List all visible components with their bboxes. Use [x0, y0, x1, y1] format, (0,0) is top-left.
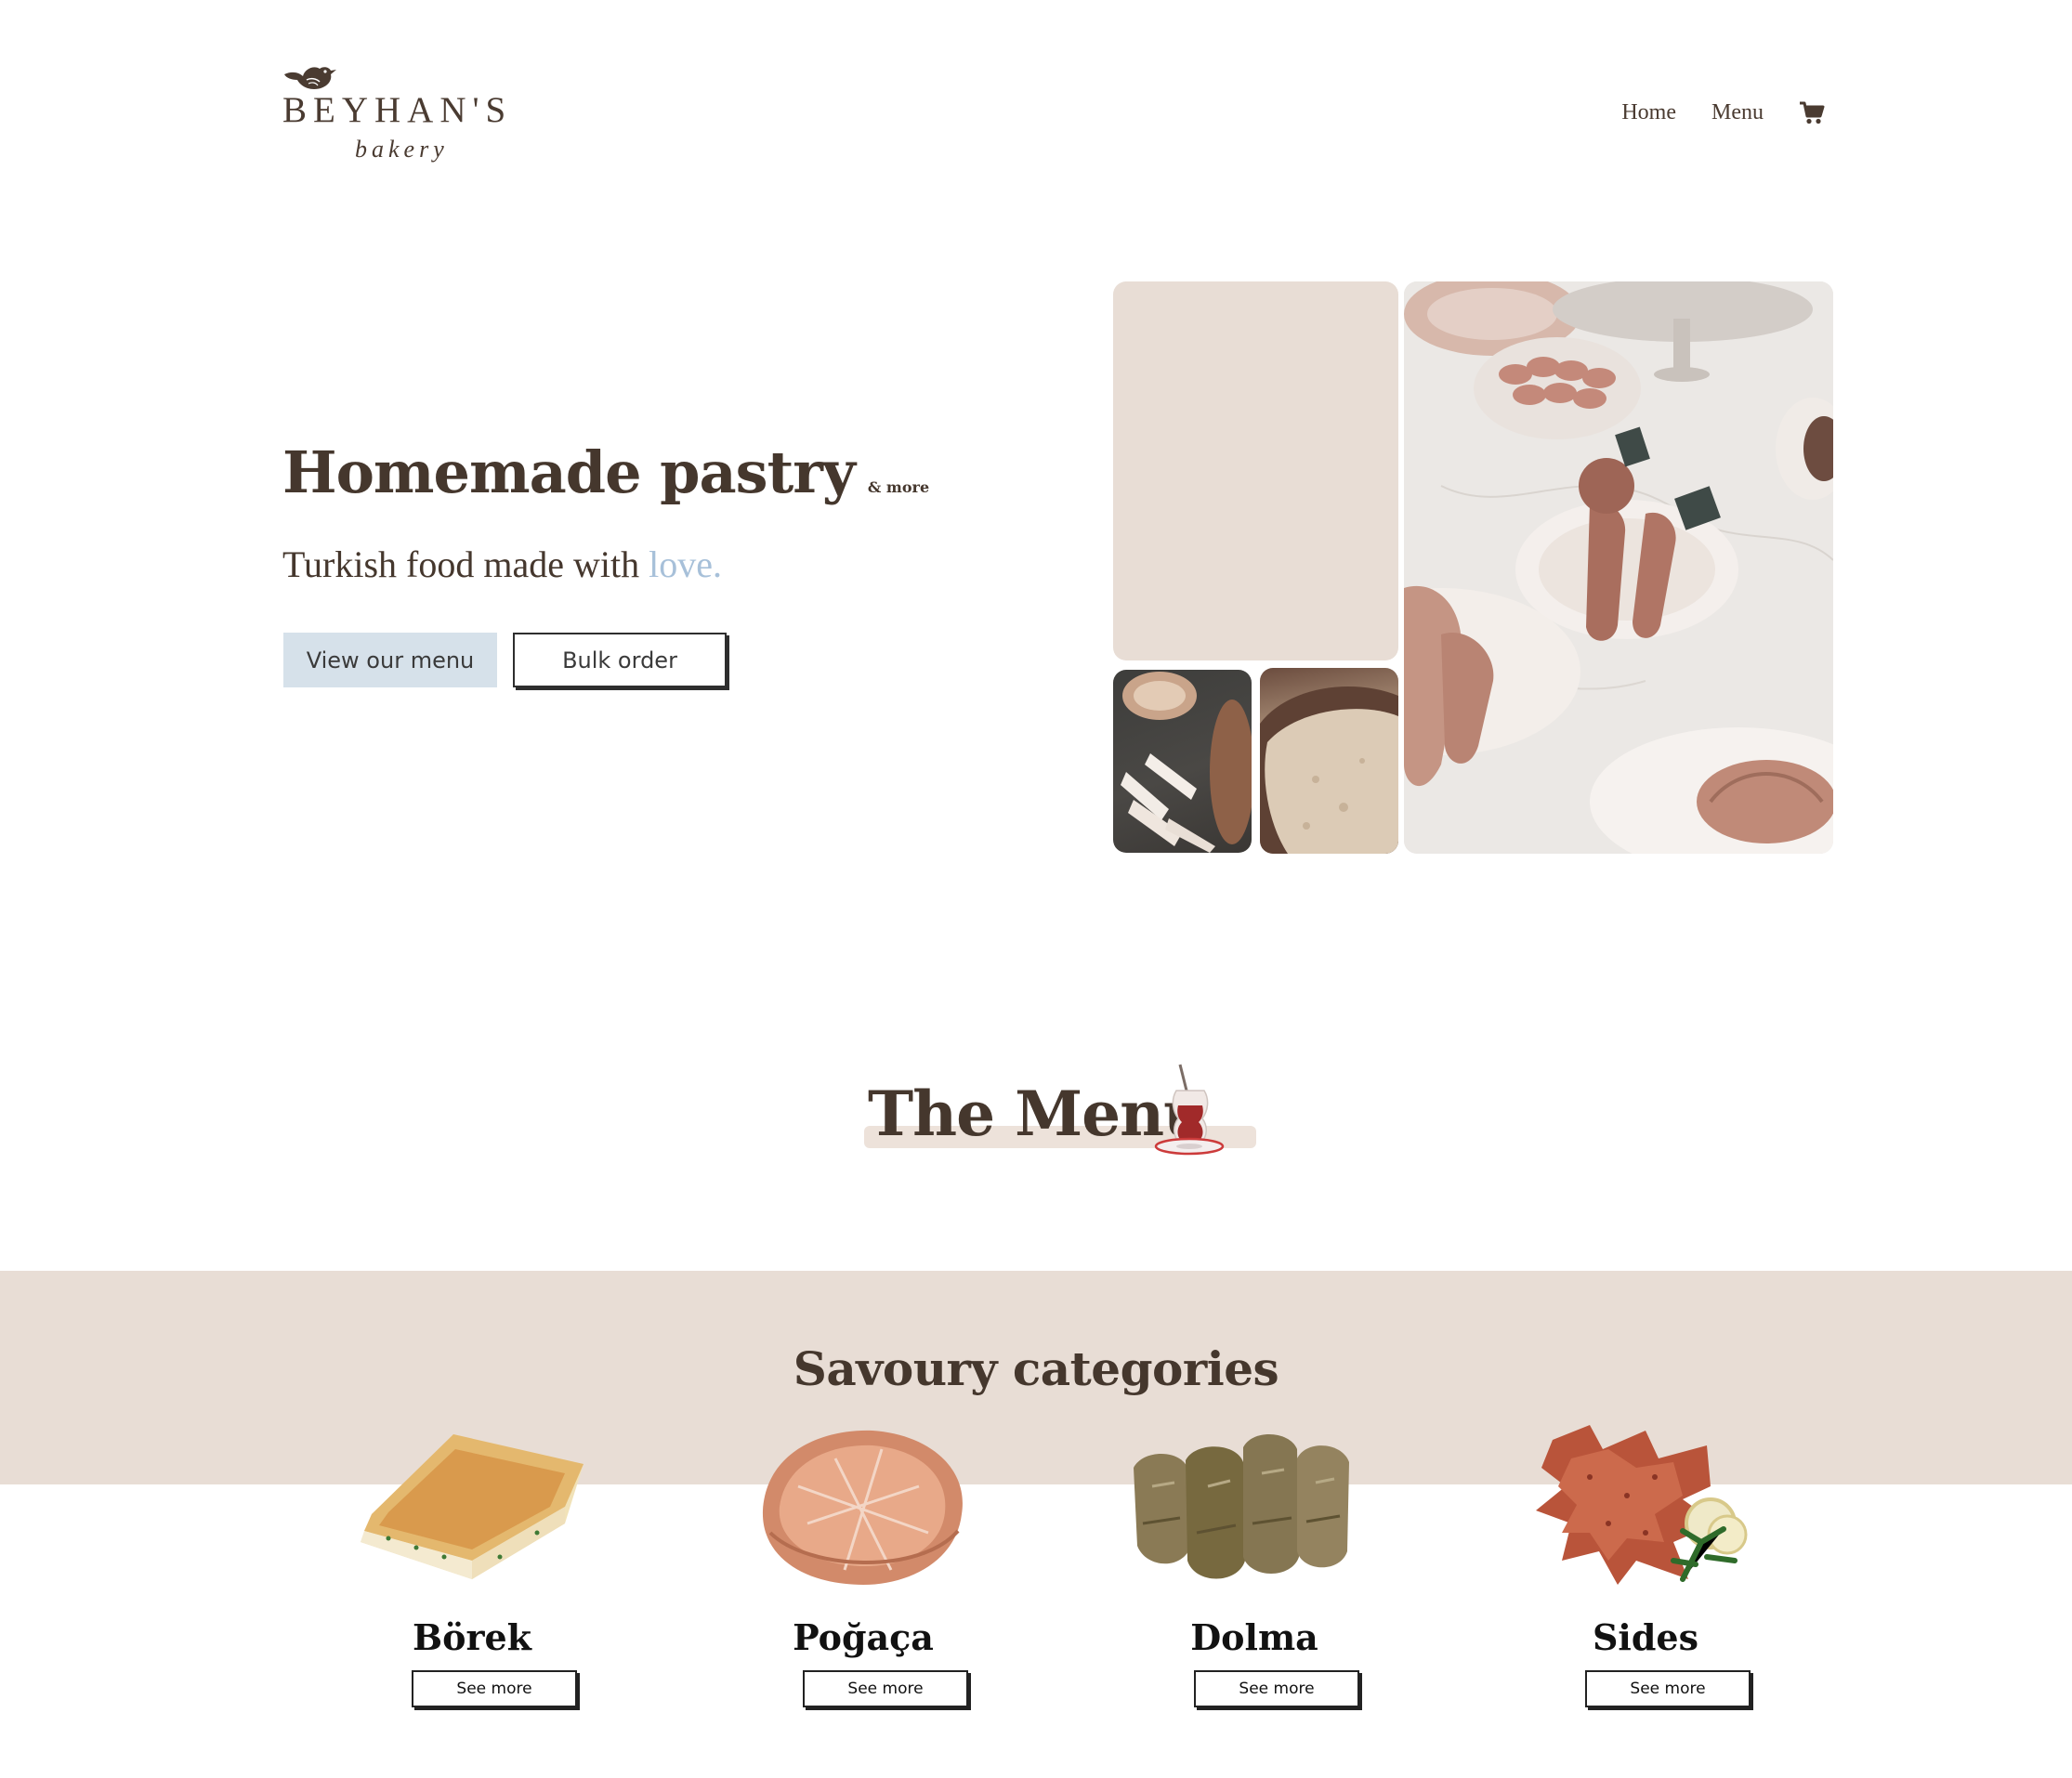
category-name: Sides [1592, 1616, 1699, 1658]
collage-bread-photo [1260, 668, 1398, 854]
dolma-image [1134, 1433, 1349, 1579]
see-more-sides-button[interactable]: See more [1585, 1670, 1751, 1707]
main-nav: Home Menu [1621, 100, 1825, 125]
see-more-pogaca-button[interactable]: See more [803, 1670, 968, 1707]
sides-image [1536, 1425, 1748, 1585]
category-name: Börek [413, 1616, 531, 1658]
view-menu-button[interactable]: View our menu [283, 633, 497, 687]
borek-image [361, 1434, 584, 1579]
collage-pastry-table-photo [1404, 281, 1833, 854]
brand-name: BEYHAN'S [282, 90, 513, 130]
hero-subtitle-accent: love. [649, 543, 722, 585]
categories-heading: Savoury categories [793, 1341, 1279, 1396]
brand-logo[interactable]: BEYHAN'S bakery [282, 61, 507, 165]
hero-heading-suffix: & more [867, 478, 930, 496]
hero-title: Homemade pastry & more [282, 438, 929, 506]
hero-subtitle: Turkish food made with love. [282, 543, 722, 586]
category-card-dolma: Dolma See more [1134, 1421, 1375, 1719]
cart-icon[interactable] [1799, 101, 1825, 125]
see-more-borek-button[interactable]: See more [412, 1670, 577, 1707]
category-name: Poğaça [793, 1616, 934, 1658]
category-card-sides: Sides See more [1525, 1421, 1766, 1719]
bulk-order-button[interactable]: Bulk order [513, 633, 727, 687]
brand-tagline: bakery [355, 136, 449, 163]
hero-heading: Homemade pastry [282, 438, 856, 506]
nav-menu-link[interactable]: Menu [1711, 100, 1764, 125]
hero-subtitle-lead: Turkish food made with [282, 543, 640, 585]
collage-rolls-photo [1113, 670, 1252, 853]
turkish-tea-icon [1154, 1064, 1225, 1156]
category-card-borek: Börek See more [351, 1421, 593, 1719]
collage-placeholder-tile [1113, 281, 1398, 660]
menu-section-heading: The Menu [864, 1064, 1258, 1156]
pogaca-image [762, 1430, 963, 1585]
see-more-dolma-button[interactable]: See more [1194, 1670, 1359, 1707]
nav-home-link[interactable]: Home [1621, 100, 1676, 125]
category-name: Dolma [1190, 1616, 1318, 1658]
category-card-pogaca: Poğaça See more [742, 1421, 984, 1719]
